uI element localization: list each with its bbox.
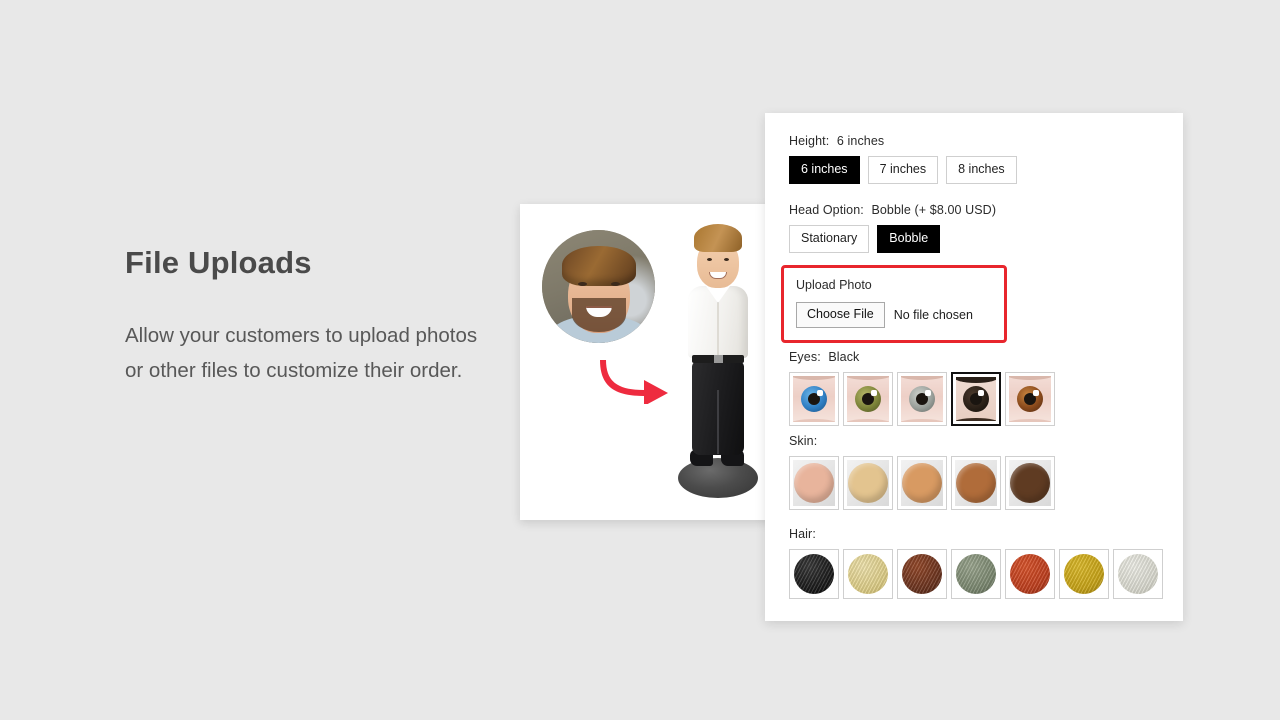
- bobblehead-figurine: [668, 222, 764, 507]
- figurine-leg-split: [717, 390, 719, 454]
- skin-puck: [1010, 463, 1050, 503]
- head-option-bobble[interactable]: Bobble: [877, 225, 941, 253]
- skin-swatch-row: [789, 456, 1055, 510]
- eye-swatch-gray[interactable]: [897, 372, 947, 426]
- hair-label-text: Hair:: [789, 527, 816, 541]
- upload-photo-highlight-box: Upload Photo Choose File No file chosen: [781, 265, 1007, 343]
- hair-swatch-black[interactable]: [789, 549, 839, 599]
- head-option-label: Head Option: Bobble (+ $8.00 USD): [789, 203, 996, 217]
- eye-swatch-green[interactable]: [843, 372, 893, 426]
- upload-photo-label: Upload Photo: [796, 278, 872, 292]
- eye-lid-top: [1009, 376, 1051, 380]
- eye-glint: [816, 389, 823, 396]
- eyes-option-group: Eyes: Black: [789, 350, 1055, 426]
- eye-lid-bottom: [956, 418, 996, 421]
- product-options-panel: Height: 6 inches 6 inches 7 inches 8 inc…: [765, 113, 1183, 621]
- eye-lid-top: [956, 377, 996, 383]
- eye-lid-top: [847, 376, 889, 380]
- skin-puck: [794, 463, 834, 503]
- eye-lid-top: [793, 376, 835, 380]
- eye-lid-bottom: [901, 419, 943, 422]
- choose-file-button[interactable]: Choose File: [796, 302, 885, 328]
- photo-eye-left: [577, 282, 587, 286]
- hair-swatch-gold[interactable]: [1059, 549, 1109, 599]
- height-selected-value: 6 inches: [836, 134, 885, 148]
- eye-swatch-blue[interactable]: [789, 372, 839, 426]
- hair-swatch-auburn[interactable]: [897, 549, 947, 599]
- height-option-group: Height: 6 inches 6 inches 7 inches 8 inc…: [789, 134, 1017, 184]
- slide-description: Allow your customers to upload photos or…: [125, 324, 478, 383]
- hair-ball: [848, 554, 888, 594]
- hair-swatch-red[interactable]: [1005, 549, 1055, 599]
- product-image-card: [520, 204, 774, 520]
- skin-label-text: Skin:: [789, 434, 818, 448]
- figurine-belt-buckle: [714, 355, 723, 363]
- figurine-shirt-placket: [717, 298, 719, 356]
- page-title: File Uploads: [125, 245, 312, 280]
- height-label-text: Height:: [789, 134, 830, 148]
- eye-glint: [978, 390, 985, 397]
- hair-ball: [794, 554, 834, 594]
- eyes-selected-value: Black: [828, 350, 860, 364]
- hair-swatch-gray[interactable]: [951, 549, 1001, 599]
- skin-swatch-tan[interactable]: [951, 456, 1001, 510]
- hair-swatch-white[interactable]: [1113, 549, 1163, 599]
- eye-glint: [924, 389, 931, 396]
- eyes-label-text: Eyes:: [789, 350, 821, 364]
- head-option-group: Head Option: Bobble (+ $8.00 USD) Statio…: [789, 203, 996, 253]
- skin-puck: [956, 463, 996, 503]
- figurine-eye-right: [724, 258, 729, 261]
- file-status-text: No file chosen: [893, 308, 973, 322]
- head-option-selected-value: Bobble (+ $8.00 USD): [871, 203, 997, 217]
- skin-swatch-light[interactable]: [843, 456, 893, 510]
- hair-ball: [956, 554, 996, 594]
- red-curved-arrow-icon: [600, 360, 668, 404]
- eye-lid-bottom: [793, 419, 835, 422]
- upload-photo-group: Upload Photo Choose File No file chosen: [781, 265, 1007, 343]
- hair-label: Hair:: [789, 527, 1163, 541]
- figurine-hair: [694, 224, 742, 252]
- height-option-6-inches[interactable]: 6 inches: [789, 156, 860, 184]
- skin-puck: [848, 463, 888, 503]
- hair-ball: [1010, 554, 1050, 594]
- hair-ball: [1064, 554, 1104, 594]
- hair-swatch-row: [789, 549, 1163, 599]
- hair-swatch-blonde[interactable]: [843, 549, 893, 599]
- eye-lid-bottom: [847, 419, 889, 422]
- eye-swatch-brown[interactable]: [1005, 372, 1055, 426]
- eye-glint: [870, 389, 877, 396]
- skin-puck: [902, 463, 942, 503]
- photo-eye-right: [610, 282, 620, 286]
- skin-option-group: Skin:: [789, 434, 1055, 510]
- skin-label: Skin:: [789, 434, 1055, 448]
- eye-swatch-black[interactable]: [951, 372, 1001, 426]
- height-label: Height: 6 inches: [789, 134, 1017, 148]
- hair-ball: [902, 554, 942, 594]
- photo-hair: [561, 246, 636, 286]
- skin-swatch-medium[interactable]: [897, 456, 947, 510]
- height-option-7-inches[interactable]: 7 inches: [867, 156, 939, 184]
- file-input-row[interactable]: Choose File No file chosen: [796, 302, 992, 328]
- eyes-label: Eyes: Black: [789, 350, 1055, 364]
- height-choice-row: 6 inches 7 inches 8 inches: [789, 156, 1017, 184]
- figurine-base: [678, 458, 758, 498]
- skin-swatch-dark[interactable]: [1005, 456, 1055, 510]
- height-option-8-inches[interactable]: 8 inches: [946, 156, 1017, 184]
- slide-copy: File Uploads Allow your customers to upl…: [125, 245, 495, 389]
- skin-swatch-fair[interactable]: [789, 456, 839, 510]
- head-option-choice-row: Stationary Bobble: [789, 225, 996, 253]
- hair-ball: [1118, 554, 1158, 594]
- head-option-label-text: Head Option:: [789, 203, 864, 217]
- eyes-swatch-row: [789, 372, 1055, 426]
- hair-option-group: Hair:: [789, 527, 1163, 599]
- customer-photo-thumbnail: [542, 230, 655, 343]
- head-option-stationary[interactable]: Stationary: [789, 225, 870, 253]
- eye-lid-bottom: [1009, 419, 1051, 422]
- figurine-eye-left: [707, 258, 712, 261]
- eye-lid-top: [901, 376, 943, 380]
- eye-glint: [1032, 389, 1039, 396]
